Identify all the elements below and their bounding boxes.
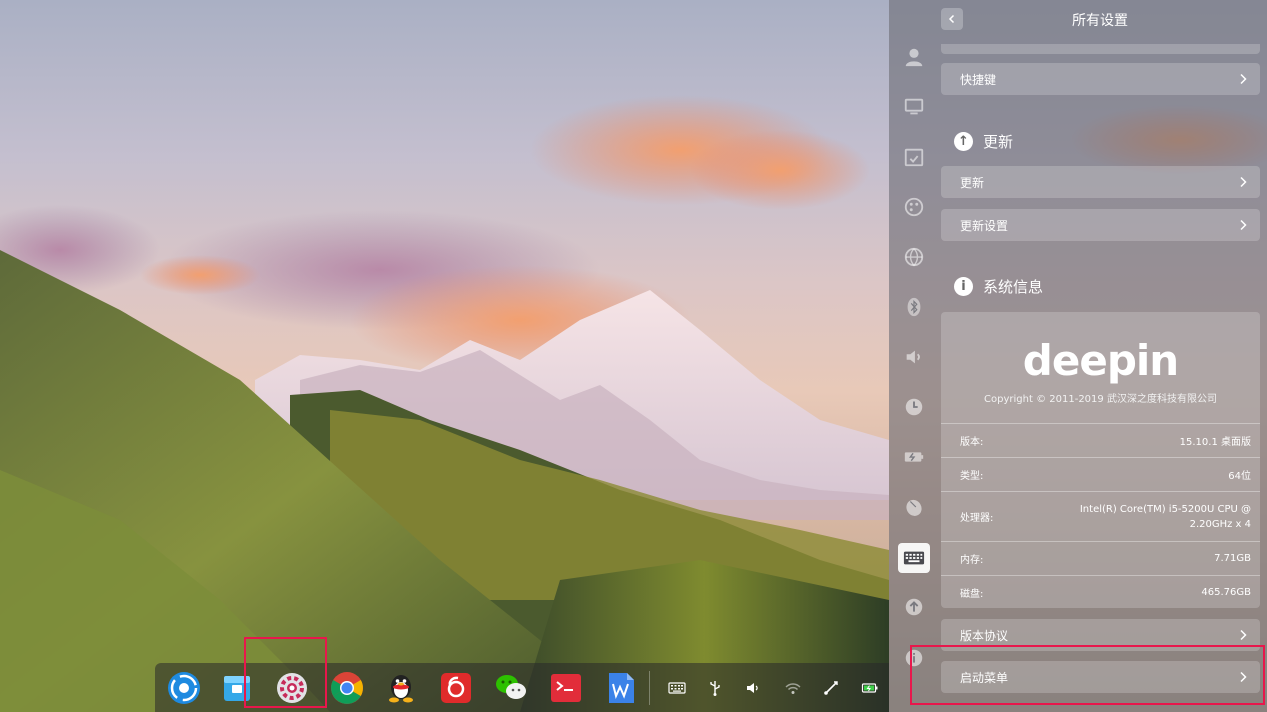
spec-value: 7.71GB bbox=[1214, 553, 1251, 564]
terminal-icon[interactable] bbox=[549, 671, 583, 705]
wifi-icon[interactable] bbox=[784, 679, 802, 697]
battery-icon[interactable] bbox=[861, 679, 879, 697]
mouse-icon[interactable] bbox=[902, 495, 926, 519]
chevron-right-icon bbox=[1240, 73, 1247, 85]
wechat-icon[interactable] bbox=[494, 671, 528, 705]
panel-title: 所有设置 bbox=[1072, 13, 1128, 29]
spec-value: 465.76GB bbox=[1201, 586, 1251, 598]
info-circle-icon: i bbox=[954, 276, 973, 296]
update-settings-label: 更新设置 bbox=[960, 218, 1009, 233]
update-settings-row[interactable]: 更新设置 bbox=[941, 209, 1260, 241]
shortcuts-row[interactable]: 快捷键 bbox=[941, 63, 1260, 95]
network-icon[interactable] bbox=[902, 245, 926, 269]
chrome-icon[interactable] bbox=[330, 671, 364, 705]
spec-key: 内存: bbox=[960, 555, 984, 566]
chevron-right-icon bbox=[1240, 219, 1247, 231]
update-arrow-icon: ↑ bbox=[954, 131, 973, 151]
spec-key: 磁盘: bbox=[960, 588, 984, 600]
spec-disk: 磁盘: 465.76GB bbox=[941, 575, 1260, 608]
wps-icon[interactable] bbox=[604, 671, 638, 705]
back-button[interactable] bbox=[941, 8, 963, 30]
power-icon[interactable] bbox=[902, 445, 926, 469]
highlight-box-control-center bbox=[244, 637, 327, 708]
system-info-card: deepin Copyright © 2011-2019 武汉深之度科技有限公司… bbox=[941, 312, 1260, 608]
qq-icon[interactable] bbox=[384, 671, 418, 705]
panel-header: 所有设置 bbox=[889, 0, 1267, 40]
launcher-icon[interactable] bbox=[167, 671, 201, 705]
spec-key: 版本: bbox=[960, 437, 984, 448]
chevron-right-icon bbox=[1240, 176, 1247, 188]
spec-value: Intel(R) Core(TM) i5-5200U CPU @ 2.20GHz… bbox=[1079, 503, 1251, 530]
time-icon[interactable] bbox=[902, 395, 926, 419]
chevron-right-icon bbox=[1240, 629, 1247, 641]
spec-value: 64位 bbox=[1228, 471, 1251, 482]
highlight-box-boot-menu bbox=[910, 645, 1265, 705]
copyright-text: Copyright © 2011-2019 武汉深之度科技有限公司 bbox=[984, 394, 1217, 405]
previous-row bbox=[941, 44, 1260, 54]
settings-content: 快捷键 ↑ 更新 更新 更新设置 i 系统信息 deepin Copyright… bbox=[941, 40, 1260, 712]
spec-value: 15.10.1 桌面版 bbox=[1179, 437, 1251, 448]
netease-music-icon[interactable] bbox=[439, 671, 473, 705]
usb-icon[interactable] bbox=[706, 679, 724, 697]
spec-type: 类型: 64位 bbox=[941, 457, 1260, 491]
screen-tool-icon[interactable] bbox=[822, 679, 840, 697]
bluetooth-icon[interactable] bbox=[902, 295, 926, 319]
license-label: 版本协议 bbox=[960, 628, 1009, 643]
keyboard-icon[interactable] bbox=[898, 543, 930, 573]
user-icon[interactable] bbox=[902, 45, 926, 69]
update-label: 更新 bbox=[960, 175, 985, 190]
update-icon[interactable] bbox=[902, 595, 926, 619]
spec-memory: 内存: 7.71GB bbox=[941, 541, 1260, 575]
deepin-logo: deepin bbox=[1022, 336, 1179, 385]
spec-key: 处理器: bbox=[960, 513, 994, 524]
update-section-header: ↑ 更新 bbox=[954, 130, 1013, 152]
control-center-panel: 所有设置 快捷键 ↑ 更新 更新 更新设置 i 系统信息 deepin Copy… bbox=[889, 0, 1267, 712]
calendar-icon[interactable] bbox=[902, 145, 926, 169]
personalization-icon[interactable] bbox=[902, 195, 926, 219]
spec-processor: 处理器: Intel(R) Core(TM) i5-5200U CPU @ 2.… bbox=[941, 491, 1260, 541]
sound-icon[interactable] bbox=[902, 345, 926, 369]
update-section-title: 更新 bbox=[983, 132, 1014, 151]
chevron-left-icon bbox=[948, 14, 955, 24]
spec-key: 类型: bbox=[960, 471, 984, 482]
category-sidebar bbox=[889, 40, 939, 712]
update-row[interactable]: 更新 bbox=[941, 166, 1260, 198]
sysinfo-section-header: i 系统信息 bbox=[954, 275, 1043, 297]
dock-separator bbox=[649, 671, 650, 705]
keyboard-layout-icon[interactable] bbox=[668, 679, 686, 697]
display-icon[interactable] bbox=[902, 95, 926, 119]
spec-version: 版本: 15.10.1 桌面版 bbox=[941, 423, 1260, 457]
volume-icon[interactable] bbox=[744, 679, 762, 697]
sysinfo-section-title: 系统信息 bbox=[983, 277, 1044, 296]
shortcuts-label: 快捷键 bbox=[960, 72, 997, 87]
